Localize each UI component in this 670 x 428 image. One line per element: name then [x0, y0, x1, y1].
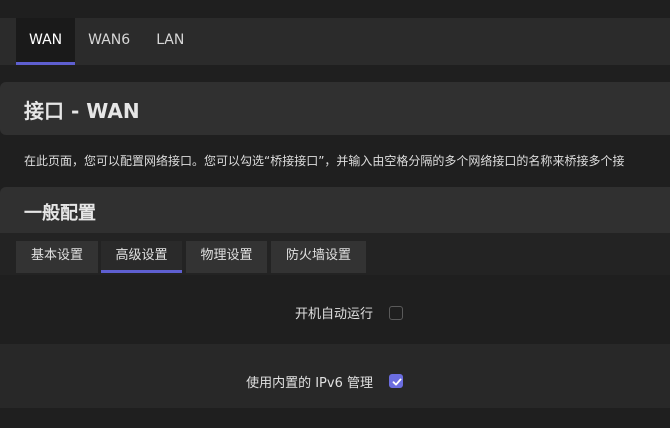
general-config-panel: 一般配置 [0, 187, 670, 233]
autostart-label: 开机自动运行 [294, 307, 373, 322]
page: WAN WAN6 LAN 接口 - WAN 在此页面，您可以配置网络接口。您可以… [0, 0, 670, 428]
page-description: 在此页面，您可以配置网络接口。您可以勾选“桥接接口”，并输入由空格分隔的多个网络… [24, 154, 625, 168]
page-title: 接口 - WAN [24, 99, 140, 123]
ipv6-management-checkbox[interactable] [389, 374, 403, 388]
option-row-ipv6-management: 使用内置的 IPv6 管理 [0, 344, 670, 408]
check-icon [392, 378, 402, 386]
option-row-autostart: 开机自动运行 [0, 290, 670, 334]
subtab-basic-settings[interactable]: 基本设置 [16, 241, 98, 273]
tab-wan[interactable]: WAN [16, 18, 76, 65]
page-title-panel: 接口 - WAN [0, 82, 670, 135]
subtab-physical-settings[interactable]: 物理设置 [186, 241, 267, 273]
tab-lan[interactable]: LAN [143, 18, 197, 65]
tab-wan6[interactable]: WAN6 [75, 18, 143, 65]
subtab-firewall-settings[interactable]: 防火墙设置 [271, 241, 366, 273]
ipv6-management-label: 使用内置的 IPv6 管理 [246, 376, 373, 391]
subtab-advanced-settings[interactable]: 高级设置 [101, 241, 182, 273]
autostart-checkbox[interactable] [389, 306, 403, 320]
section-title: 一般配置 [24, 203, 96, 224]
interface-tab-bar: WAN WAN6 LAN [0, 18, 670, 65]
